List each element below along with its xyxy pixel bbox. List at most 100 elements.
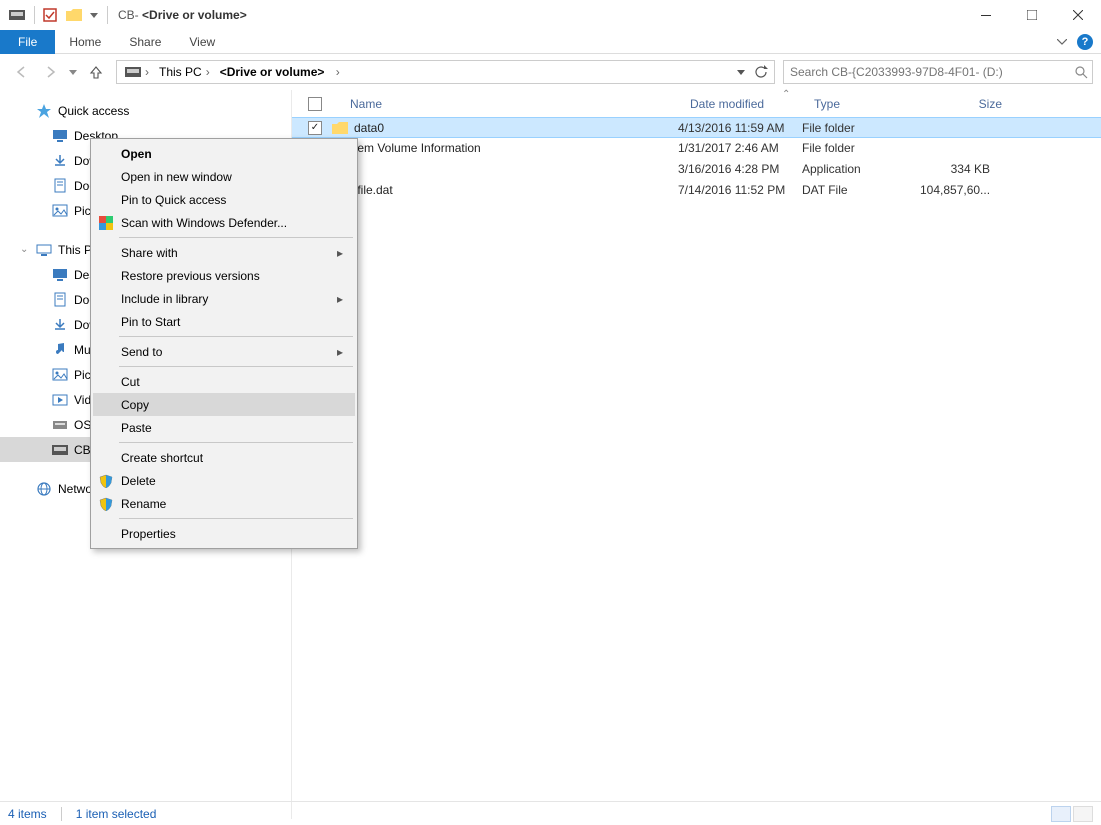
separator [34,6,35,24]
separator [107,6,108,24]
submenu-arrow-icon: ▸ [337,345,343,359]
ctx-delete[interactable]: Delete [93,469,355,492]
file-type: File folder [802,121,920,135]
documents-icon [52,178,68,194]
file-name: tem Volume Information [354,141,678,155]
ribbon-tabs: File Home Share View ? [0,30,1101,54]
tab-home[interactable]: Home [55,30,115,54]
submenu-arrow-icon: ▸ [337,292,343,306]
back-button[interactable] [10,60,34,84]
ctx-open-new-window[interactable]: Open in new window [93,165,355,188]
file-type: File folder [802,141,920,155]
ctx-create-shortcut[interactable]: Create shortcut [93,446,355,469]
title-bar: CB- <Drive or volume> [0,0,1101,30]
view-details-button[interactable] [1051,806,1071,822]
column-name[interactable]: Name [322,90,690,118]
ctx-send-to[interactable]: Send to▸ [93,340,355,363]
file-name: data0 [354,121,678,135]
search-box[interactable] [783,60,1093,84]
file-date: 4/13/2016 11:59 AM [678,121,802,135]
address-bar[interactable]: › This PC› <Drive or volume> › [116,60,775,84]
ctx-properties[interactable]: Properties [93,522,355,545]
ctx-rename[interactable]: Rename [93,492,355,515]
sort-indicator-icon: ⌃ [782,89,790,100]
ctx-open[interactable]: Open [93,142,355,165]
expand-icon[interactable]: ⌄ [20,244,30,255]
tab-share[interactable]: Share [115,30,175,54]
this-pc-icon [36,242,52,258]
menu-separator [119,366,353,367]
ctx-pin-start[interactable]: Pin to Start [93,310,355,333]
up-button[interactable] [84,60,108,84]
ctx-pin-quick-access[interactable]: Pin to Quick access [93,188,355,211]
help-icon[interactable]: ? [1077,34,1093,50]
window-controls [963,0,1101,30]
tree-quick-access[interactable]: Quick access [0,98,291,123]
status-bar: 4 items 1 item selected [0,801,1101,825]
forward-button[interactable] [38,60,62,84]
file-date: 1/31/2017 2:46 AM [678,141,802,155]
menu-separator [119,518,353,519]
music-icon [52,342,68,358]
drive-icon [52,442,68,458]
maximize-button[interactable] [1009,0,1055,30]
network-icon [36,481,52,497]
folder-icon [332,120,348,136]
minimize-button[interactable] [963,0,1009,30]
file-type: Application [802,162,920,176]
ctx-cut[interactable]: Cut [93,370,355,393]
search-input[interactable] [788,64,1074,80]
status-item-count: 4 items [8,807,47,821]
file-row[interactable]: tfile.dat 7/14/2016 11:52 PM DAT File 10… [292,179,1101,200]
ctx-copy[interactable]: Copy [93,393,355,416]
window-title: CB- <Drive or volume> [118,8,247,22]
file-row[interactable]: 3/16/2016 4:28 PM Application 334 KB [292,158,1101,179]
column-size[interactable]: Size [932,90,1012,118]
osdiskc-icon [52,417,68,433]
column-date[interactable]: Date modified [690,90,814,118]
search-icon[interactable] [1074,65,1088,79]
qat-folder-icon[interactable] [63,4,85,26]
tab-view[interactable]: View [175,30,229,54]
ctx-include-library[interactable]: Include in library▸ [93,287,355,310]
file-type: DAT File [802,183,920,197]
chevron-right-icon[interactable]: › [145,65,149,79]
ctx-scan-defender[interactable]: Scan with Windows Defender... [93,211,355,234]
shield-rename-icon [98,496,114,512]
address-dropdown-icon[interactable] [732,61,750,83]
menu-separator [119,442,353,443]
recent-dropdown[interactable] [66,60,80,84]
breadcrumb-drive[interactable]: <Drive or volume> › [216,61,344,83]
separator [61,807,62,821]
row-checkbox[interactable]: ✓ [308,121,322,135]
shield-delete-icon [98,473,114,489]
file-name: tfile.dat [354,183,678,197]
column-headers: Name Date modified Type Size [292,90,1101,118]
select-all-checkbox[interactable] [308,97,322,111]
expand-ribbon-icon[interactable] [1057,39,1067,45]
qat-properties-icon[interactable] [39,4,61,26]
breadcrumb-root-icon[interactable]: › [121,61,153,83]
chevron-right-icon[interactable]: › [336,65,340,79]
file-date: 3/16/2016 4:28 PM [678,162,802,176]
file-size: 334 KB [920,162,1000,176]
ctx-paste[interactable]: Paste [93,416,355,439]
file-row[interactable]: tem Volume Information 1/31/2017 2:46 AM… [292,137,1101,158]
refresh-icon[interactable] [750,61,772,83]
close-button[interactable] [1055,0,1101,30]
view-icons-button[interactable] [1073,806,1093,822]
qat-dropdown-icon[interactable] [87,4,101,26]
ctx-restore-versions[interactable]: Restore previous versions [93,264,355,287]
tab-file[interactable]: File [0,30,55,54]
column-type[interactable]: Type [814,90,932,118]
pictures-icon [52,367,68,383]
downloads-icon [52,153,68,169]
chevron-right-icon[interactable]: › [206,65,210,79]
desktop-icon [52,267,68,283]
navigation-bar: › This PC› <Drive or volume> › [0,54,1101,90]
breadcrumb-this-pc[interactable]: This PC› [155,61,214,83]
downloads-icon [52,317,68,333]
ctx-share-with[interactable]: Share with▸ [93,241,355,264]
desktop-icon [52,128,68,144]
file-row[interactable]: ✓ data0 4/13/2016 11:59 AM File folder [292,117,1101,138]
